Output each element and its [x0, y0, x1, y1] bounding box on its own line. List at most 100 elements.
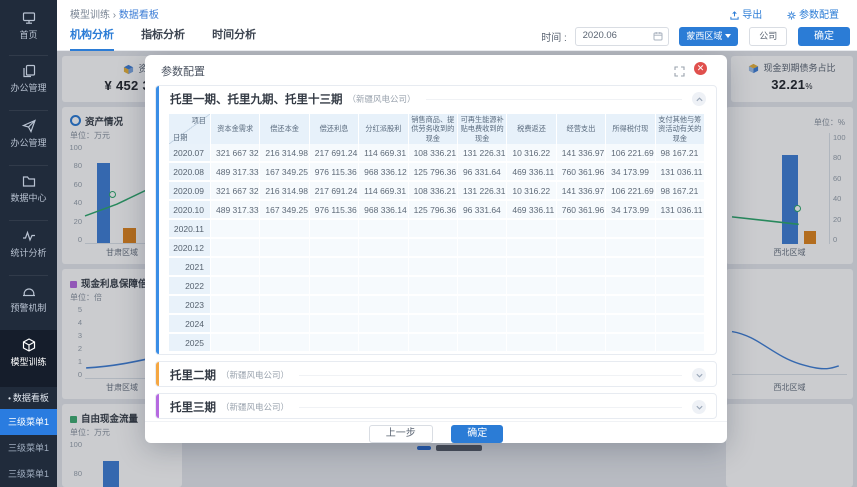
company-button[interactable]: 公司: [749, 27, 788, 46]
table-cell[interactable]: 96 331.64: [457, 201, 508, 221]
fullscreen-icon[interactable]: [674, 64, 685, 82]
table-cell[interactable]: [260, 258, 310, 278]
table-cell[interactable]: 125 796.36: [408, 201, 458, 221]
table-cell[interactable]: [408, 220, 458, 240]
section-header[interactable]: 托里二期 （新疆风电公司）: [156, 362, 716, 388]
section-header[interactable]: 托里三期 （新疆风电公司）: [156, 394, 716, 420]
table-cell[interactable]: [556, 296, 607, 316]
sidebar-item-statistics[interactable]: 统计分析: [0, 221, 57, 275]
table-cell[interactable]: [309, 296, 360, 316]
table-cell[interactable]: 216 314.98: [260, 144, 310, 164]
table-cell[interactable]: [309, 220, 360, 240]
table-cell[interactable]: 106 221.69: [606, 144, 656, 164]
export-link[interactable]: 导出: [730, 10, 762, 21]
table-cell[interactable]: 141 336.97: [556, 144, 607, 164]
chevron-down-icon[interactable]: [692, 400, 706, 414]
table-cell[interactable]: [457, 315, 508, 335]
table-cell[interactable]: [211, 220, 261, 240]
close-icon[interactable]: ✕: [694, 62, 707, 75]
table-cell[interactable]: [359, 258, 409, 278]
table-cell[interactable]: [309, 334, 360, 353]
table-cell[interactable]: [655, 258, 705, 278]
table-cell[interactable]: [655, 239, 705, 259]
table-cell[interactable]: [655, 277, 705, 297]
table-cell[interactable]: 968 336.14: [359, 201, 409, 221]
table-cell[interactable]: [211, 334, 261, 353]
table-cell[interactable]: [606, 258, 656, 278]
table-cell[interactable]: [457, 220, 508, 240]
table-cell[interactable]: [556, 258, 607, 278]
table-cell[interactable]: [457, 277, 508, 297]
table-cell[interactable]: 167 349.25: [260, 163, 310, 183]
table-cell[interactable]: [655, 334, 705, 353]
table-cell[interactable]: 489 317.33: [211, 201, 261, 221]
table-cell[interactable]: [211, 277, 261, 297]
table-cell[interactable]: [556, 239, 607, 259]
table-cell[interactable]: 760 361.96: [556, 201, 607, 221]
table-cell[interactable]: 141 336.97: [556, 182, 607, 202]
header-confirm-button[interactable]: 确定: [798, 27, 850, 46]
sidebar-item-model-training[interactable]: 模型训练: [0, 330, 57, 387]
table-cell[interactable]: [309, 258, 360, 278]
table-cell[interactable]: [359, 220, 409, 240]
time-input[interactable]: [575, 28, 651, 43]
table-cell[interactable]: [408, 334, 458, 353]
table-cell[interactable]: [260, 334, 310, 353]
sidebar-item-office-1[interactable]: 办公管理: [0, 56, 57, 110]
sidebar-subitem-dashboard[interactable]: • 数据看板: [0, 387, 57, 409]
table-cell[interactable]: [655, 220, 705, 240]
table-cell[interactable]: [655, 296, 705, 316]
table-cell[interactable]: 167 349.25: [260, 201, 310, 221]
table-cell[interactable]: [655, 315, 705, 335]
table-cell[interactable]: [606, 334, 656, 353]
table-cell[interactable]: 976 115.36: [309, 201, 360, 221]
table-cell[interactable]: [211, 258, 261, 278]
table-cell[interactable]: [556, 315, 607, 335]
section-header[interactable]: 托里一期、托里九期、托里十三期 （新疆风电公司）: [156, 86, 716, 112]
modal-confirm-button[interactable]: 确定: [451, 425, 504, 443]
table-cell[interactable]: 34 173.99: [606, 163, 656, 183]
table-cell[interactable]: [507, 258, 557, 278]
sidebar-third-menu-2[interactable]: 三级菜单1: [0, 435, 57, 461]
table-cell[interactable]: [507, 334, 557, 353]
table-cell[interactable]: [260, 220, 310, 240]
table-cell[interactable]: 131 036.11: [655, 163, 705, 183]
table-cell[interactable]: 106 221.69: [606, 182, 656, 202]
table-cell[interactable]: [606, 277, 656, 297]
table-cell[interactable]: 216 314.98: [260, 182, 310, 202]
table-cell[interactable]: 976 115.36: [309, 163, 360, 183]
table-cell[interactable]: [309, 239, 360, 259]
region-dropdown[interactable]: 蒙西区域: [679, 27, 739, 46]
table-cell[interactable]: [359, 315, 409, 335]
table-cell[interactable]: 217 691.24: [309, 144, 360, 164]
table-cell[interactable]: [211, 315, 261, 335]
table-cell[interactable]: 131 226.31: [457, 144, 508, 164]
sidebar-item-alert[interactable]: 预警机制: [0, 276, 57, 330]
table-cell[interactable]: [359, 277, 409, 297]
sidebar-item-data-center[interactable]: 数据中心: [0, 166, 57, 220]
tab-time-analysis[interactable]: 时间分析: [212, 26, 256, 49]
table-cell[interactable]: [507, 277, 557, 297]
chevron-up-icon[interactable]: [692, 92, 706, 106]
table-cell[interactable]: 114 669.31: [359, 144, 409, 164]
table-cell[interactable]: [359, 239, 409, 259]
table-cell[interactable]: 96 331.64: [457, 163, 508, 183]
breadcrumb-parent[interactable]: 模型训练: [70, 10, 110, 21]
table-cell[interactable]: [408, 315, 458, 335]
table-cell[interactable]: 98 167.21: [655, 182, 705, 202]
sidebar-item-home[interactable]: 首页: [0, 0, 57, 55]
table-cell[interactable]: [507, 296, 557, 316]
table-cell[interactable]: 34 173.99: [606, 201, 656, 221]
param-config-link[interactable]: 参数配置: [787, 10, 839, 21]
table-cell[interactable]: 321 667 32.89: [211, 182, 261, 202]
table-cell[interactable]: 131 226.31: [457, 182, 508, 202]
table-cell[interactable]: [359, 334, 409, 353]
previous-step-button[interactable]: 上一步: [368, 425, 433, 443]
table-cell[interactable]: 10 316.22: [507, 182, 557, 202]
table-cell[interactable]: 114 669.31: [359, 182, 409, 202]
table-cell[interactable]: [507, 315, 557, 335]
tab-indicator-analysis[interactable]: 指标分析: [141, 26, 185, 49]
table-cell[interactable]: 321 667 32.89: [211, 144, 261, 164]
table-cell[interactable]: [408, 239, 458, 259]
table-cell[interactable]: [556, 277, 607, 297]
